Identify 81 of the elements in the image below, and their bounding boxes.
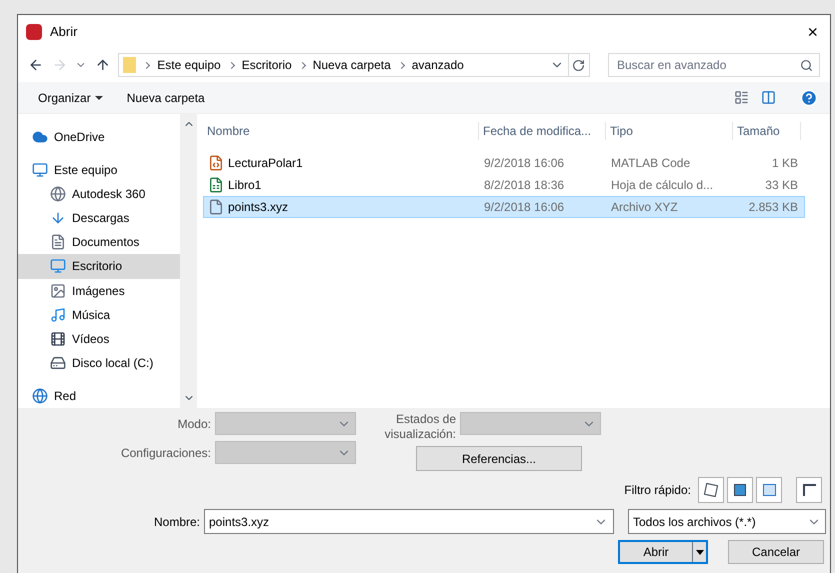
view-icon[interactable]	[734, 90, 749, 105]
document-icon	[50, 234, 66, 250]
sidebar-item[interactable]: Música	[18, 302, 180, 327]
file-name: LecturaPolar1	[228, 155, 303, 172]
sidebar-item[interactable]: OneDrive	[18, 124, 180, 149]
breadcrumb-item[interactable]: Nueva carpeta	[312, 56, 391, 74]
filename-label: Nombre:	[152, 514, 201, 530]
network-icon	[32, 388, 48, 404]
table-cell-text: 9/2/2018 16:06	[483, 155, 566, 172]
sidebar-item[interactable]: Descargas	[18, 206, 180, 230]
dropdown[interactable]: Todos los archivos (*.*)	[628, 509, 826, 534]
music-icon	[50, 306, 66, 323]
column-header[interactable]: Fecha de modifica...	[479, 122, 606, 140]
file-icon	[208, 199, 224, 215]
image-icon	[50, 282, 66, 299]
sidebar-item[interactable]: Vídeos	[18, 326, 180, 351]
breadcrumb-item[interactable]: Escritorio	[242, 56, 292, 74]
column-header[interactable]: Nombre	[203, 122, 479, 140]
close-button[interactable]: ×	[803, 22, 822, 40]
top-level-filter-button[interactable]	[796, 477, 822, 503]
sidebar-item[interactable]: Este equipo	[18, 157, 180, 182]
table-cell-text: Hoja de cálculo d...	[610, 177, 714, 194]
spreadsheet-icon	[208, 177, 224, 193]
organize-menu[interactable]: Organizar	[38, 88, 103, 106]
sidebar-item[interactable]: Red	[18, 383, 180, 408]
code-file-icon	[208, 155, 224, 171]
file-name: Libro1	[228, 177, 262, 194]
sidebar-item[interactable]: Documentos	[18, 230, 180, 254]
assembly-filter-button[interactable]	[727, 477, 753, 503]
breadcrumb-item[interactable]: avanzado	[412, 56, 464, 74]
filename-field[interactable]: points3.xyz	[204, 509, 614, 534]
cancel-button[interactable]: Cancelar	[728, 540, 824, 564]
sidebar-item[interactable]: Imágenes	[18, 278, 180, 303]
breadcrumb-item[interactable]: Este equipo	[157, 56, 221, 74]
sidebar-scrollbar[interactable]	[180, 114, 197, 408]
desktop-icon	[50, 258, 66, 274]
drive-icon	[50, 354, 66, 371]
file-row[interactable]: Libro1 8/2/2018 18:36 Hoja de cálculo d... 33 KB	[203, 174, 805, 196]
search-icon	[800, 59, 813, 72]
globe-icon	[50, 186, 66, 202]
drawing-filter-button[interactable]	[756, 477, 782, 503]
table-cell-text: MATLAB Code	[610, 155, 692, 172]
caret-icon	[94, 96, 103, 100]
sidebar-item[interactable]: Disco local (C:)	[18, 350, 180, 375]
open-button[interactable]: Abrir	[618, 540, 708, 564]
file-name: points3.xyz	[228, 199, 288, 216]
refresh-icon	[572, 58, 586, 72]
preview-pane-icon[interactable]	[761, 90, 776, 105]
quick-filter-label: Filtro rápido:	[624, 482, 691, 499]
up-icon[interactable]	[94, 57, 110, 73]
references-button[interactable]: Referencias...	[416, 446, 582, 471]
column-header[interactable]: Tamaño	[733, 122, 801, 140]
new-folder-button[interactable]: Nueva carpeta	[126, 88, 205, 106]
column-header[interactable]: Tipo	[606, 122, 733, 140]
table-cell-text: 8/2/2018 18:36	[483, 177, 566, 194]
cloud-icon	[32, 128, 48, 144]
sidebar-item[interactable]: Autodesk 360	[18, 182, 180, 206]
app-logo-icon	[26, 24, 42, 40]
folder-icon	[123, 57, 136, 73]
table-cell-text: Archivo XYZ	[610, 199, 679, 216]
configurations-label: Configuraciones:	[120, 444, 211, 462]
mode-label: Modo:	[178, 416, 211, 432]
download-icon	[50, 210, 66, 226]
window-title: Abrir	[50, 22, 78, 41]
computer-icon	[32, 162, 48, 178]
table-cell-text: 33 KB	[764, 177, 799, 194]
sidebar-item[interactable]: Escritorio	[18, 254, 180, 278]
table-cell-text: 1 KB	[770, 155, 799, 172]
caret-icon	[692, 542, 706, 562]
refresh-button[interactable]	[568, 53, 590, 77]
display-states-label: Estados de visualización:	[384, 412, 456, 442]
help-icon[interactable]	[800, 88, 818, 106]
file-row[interactable]: points3.xyz 9/2/2018 16:06 Archivo XYZ 2.853 KB	[203, 196, 805, 218]
part-filter-button[interactable]	[698, 477, 724, 503]
address-bar[interactable]: Este equipo Escritorio Nueva carpeta avanzado	[118, 53, 569, 77]
table-cell-text: 2.853 KB	[748, 199, 799, 216]
film-icon	[50, 330, 66, 347]
back-icon[interactable]	[28, 57, 44, 73]
search-field[interactable]: Buscar en avanzado	[608, 53, 820, 77]
table-cell-text: 9/2/2018 16:06	[483, 199, 566, 216]
file-row[interactable]: LecturaPolar1 9/2/2018 16:06 MATLAB Code 1 KB	[203, 152, 805, 174]
